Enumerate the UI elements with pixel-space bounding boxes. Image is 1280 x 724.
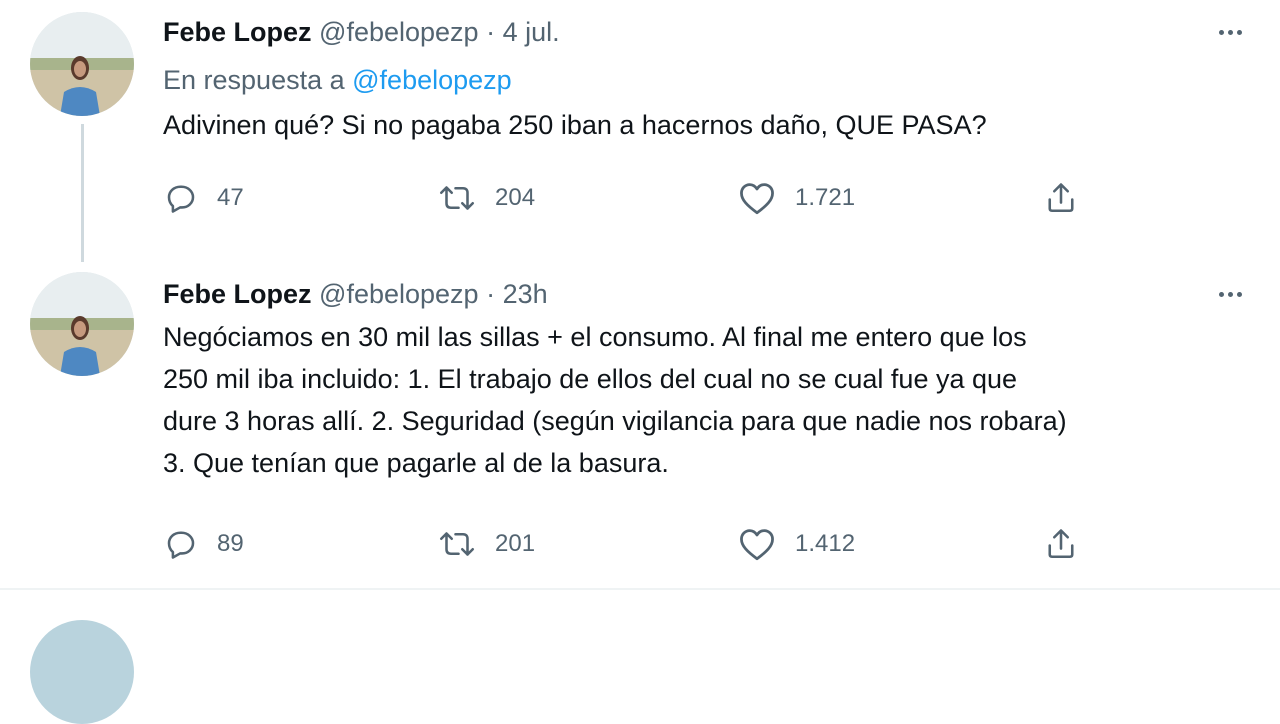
tweet-content: Febe Lopez @febelopezp · 23h Negóciamos … xyxy=(163,276,1240,484)
like-count: 1.721 xyxy=(795,184,856,211)
share-icon xyxy=(1048,529,1074,559)
retweet-icon xyxy=(439,186,475,210)
retweet-button[interactable]: 201 xyxy=(437,524,535,564)
tweet-text-line: Negóciamos en 30 mil las sillas + el con… xyxy=(163,322,1027,352)
tweet-actions: 47 204 1.721 xyxy=(163,178,1093,218)
reply-count: 89 xyxy=(217,530,244,557)
heart-icon xyxy=(740,183,774,215)
tweet-header: Febe Lopez @febelopezp · 23h xyxy=(163,276,1240,312)
tweet[interactable]: Febe Lopez @febelopezp · 23h Negóciamos … xyxy=(0,262,1280,588)
tweet-header: Febe Lopez @febelopezp · 4 jul. xyxy=(163,14,1240,50)
reply-context: En respuesta a @febelopezp xyxy=(163,62,1240,98)
avatar[interactable] xyxy=(30,272,134,376)
avatar[interactable] xyxy=(30,620,134,724)
retweet-count: 201 xyxy=(495,530,536,557)
like-button[interactable]: 1.721 xyxy=(737,178,855,218)
author-handle[interactable]: @febelopezp xyxy=(319,17,479,47)
reply-icon xyxy=(167,185,195,213)
reply-button[interactable]: 47 xyxy=(163,178,244,218)
author-handle[interactable]: @febelopezp xyxy=(319,279,479,309)
reply-prefix: En respuesta a xyxy=(163,65,345,95)
avatar[interactable] xyxy=(30,12,134,116)
tweet-text-line: 3. Que tenían que pagarle al de la basur… xyxy=(163,448,669,478)
thread-line xyxy=(81,124,84,262)
retweet-count: 204 xyxy=(495,184,536,211)
retweet-button[interactable]: 204 xyxy=(437,178,535,218)
avatar-photo xyxy=(30,272,134,376)
avatar-photo xyxy=(30,12,134,116)
tweet-text: Negóciamos en 30 mil las sillas + el con… xyxy=(163,316,1240,484)
reply-button[interactable]: 89 xyxy=(163,524,244,564)
more-options-icon[interactable] xyxy=(1210,14,1250,50)
tweet-text-line: dure 3 horas allí. 2. Seguridad (según v… xyxy=(163,406,1067,436)
reply-icon xyxy=(167,531,195,559)
author-name[interactable]: Febe Lopez xyxy=(163,17,312,47)
tweet-divider xyxy=(0,588,1280,590)
like-count: 1.412 xyxy=(795,530,856,557)
share-icon xyxy=(1048,183,1074,213)
like-button[interactable]: 1.412 xyxy=(737,524,855,564)
retweet-icon xyxy=(439,532,475,556)
separator-dot: · xyxy=(486,279,496,309)
tweet-content: Febe Lopez @febelopezp · 4 jul. En respu… xyxy=(163,14,1240,146)
tweet-actions: 89 201 1.412 xyxy=(163,524,1093,564)
more-options-icon[interactable] xyxy=(1210,276,1250,312)
share-button[interactable] xyxy=(1043,524,1079,564)
tweet[interactable]: Febe Lopez @febelopezp · 4 jul. En respu… xyxy=(0,0,1280,262)
reply-mention-link[interactable]: @febelopezp xyxy=(352,65,512,95)
tweet-timestamp[interactable]: 23h xyxy=(503,279,548,309)
author-name[interactable]: Febe Lopez xyxy=(163,279,312,309)
heart-icon xyxy=(740,529,774,561)
tweet-timestamp[interactable]: 4 jul. xyxy=(503,17,560,47)
share-button[interactable] xyxy=(1043,178,1079,218)
tweet-text: Adivinen qué? Si no pagaba 250 iban a ha… xyxy=(163,110,987,140)
reply-count: 47 xyxy=(217,184,244,211)
tweet-text-line: 250 mil iba incluido: 1. El trabajo de e… xyxy=(163,364,1018,394)
separator-dot: · xyxy=(486,17,496,47)
